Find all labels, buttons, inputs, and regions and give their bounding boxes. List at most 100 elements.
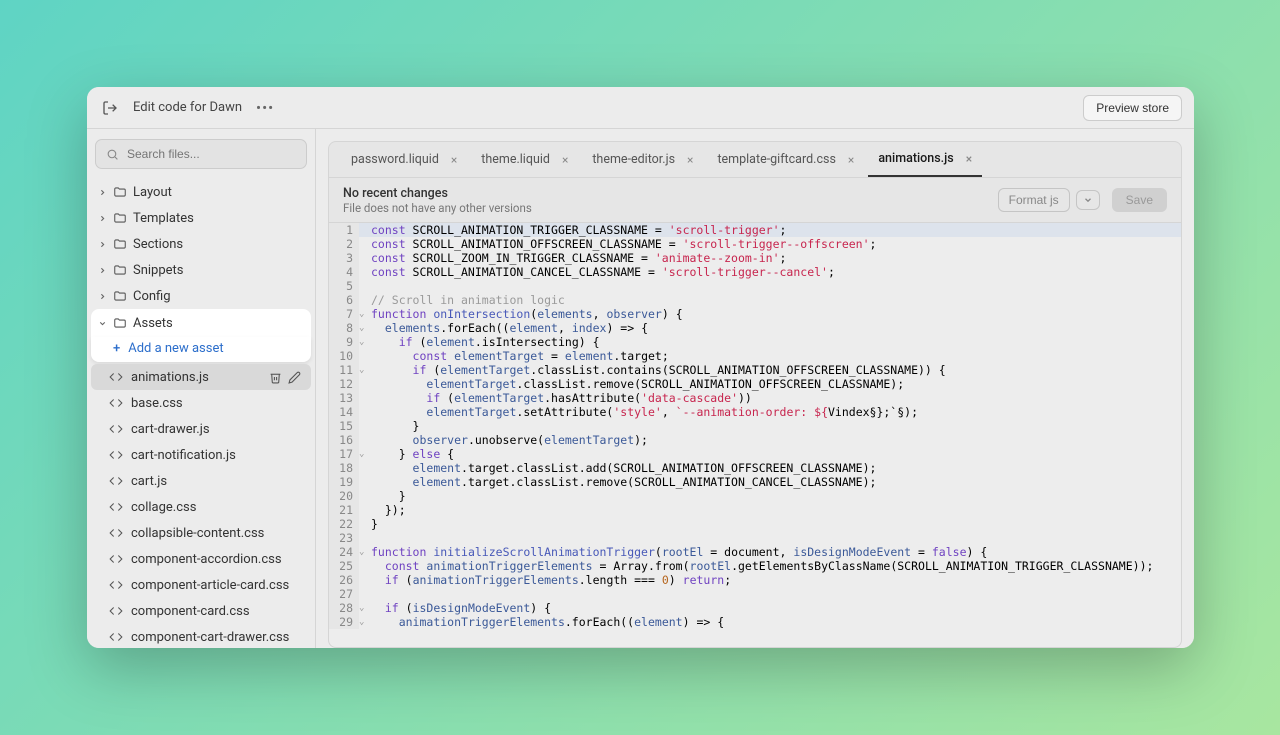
folder-label: Sections: [133, 237, 183, 252]
code-line[interactable]: 18 element.target.classList.add(SCROLL_A…: [329, 461, 1181, 475]
file-item[interactable]: cart-notification.js: [87, 442, 315, 468]
tab-password-liquid[interactable]: password.liquid×: [341, 142, 467, 177]
close-icon[interactable]: ×: [687, 153, 693, 167]
file-item[interactable]: cart.js: [87, 468, 315, 494]
code-line[interactable]: 12 elementTarget.classList.remove(SCROLL…: [329, 377, 1181, 391]
tab-theme-editor-js[interactable]: theme-editor.js×: [582, 142, 703, 177]
close-icon[interactable]: ×: [562, 153, 568, 167]
file-item[interactable]: collage.css: [87, 494, 315, 520]
file-item[interactable]: base.css: [87, 390, 315, 416]
preview-store-button[interactable]: Preview store: [1083, 95, 1182, 121]
folder-assets[interactable]: Assets: [91, 309, 311, 337]
folder-icon: [113, 316, 127, 330]
delete-icon[interactable]: [269, 371, 282, 384]
edit-icon[interactable]: [288, 371, 301, 384]
line-number: 4: [329, 265, 359, 279]
code-line[interactable]: 2const SCROLL_ANIMATION_OFFSCREEN_CLASSN…: [329, 237, 1181, 251]
format-button[interactable]: Format js: [998, 188, 1070, 212]
tab-animations-js[interactable]: animations.js ×: [868, 142, 982, 177]
code-file-icon: [109, 526, 123, 540]
fold-marker: [359, 461, 367, 475]
line-number: 10: [329, 349, 359, 363]
code-line[interactable]: 1const SCROLL_ANIMATION_TRIGGER_CLASSNAM…: [329, 223, 1181, 237]
chevron-right-icon: [97, 292, 107, 301]
tab-template-giftcard-css[interactable]: template-giftcard.css×: [707, 142, 864, 177]
folder-icon: [113, 237, 127, 251]
file-item[interactable]: component-article-card.css: [87, 572, 315, 598]
format-dropdown[interactable]: [1076, 190, 1100, 210]
close-icon[interactable]: ×: [966, 152, 972, 166]
line-number: 6: [329, 293, 359, 307]
code-line[interactable]: 10 const elementTarget = element.target;: [329, 349, 1181, 363]
code-line[interactable]: 28⌄ if (isDesignModeEvent) {: [329, 601, 1181, 615]
fold-marker: [359, 391, 367, 405]
code-line[interactable]: 4const SCROLL_ANIMATION_CANCEL_CLASSNAME…: [329, 265, 1181, 279]
file-item[interactable]: cart-drawer.js: [87, 416, 315, 442]
close-icon[interactable]: ×: [451, 153, 457, 167]
code-line[interactable]: 22}: [329, 517, 1181, 531]
code-line[interactable]: 23: [329, 531, 1181, 545]
line-number: 22: [329, 517, 359, 531]
folder-config[interactable]: Config: [87, 283, 315, 309]
status-subtitle: File does not have any other versions: [343, 201, 532, 215]
search-input-wrapper[interactable]: [95, 139, 307, 169]
file-item[interactable]: animations.js: [91, 364, 311, 390]
file-item[interactable]: component-card.css: [87, 598, 315, 624]
tab-theme-liquid[interactable]: theme.liquid×: [471, 142, 578, 177]
code-line[interactable]: 3const SCROLL_ZOOM_IN_TRIGGER_CLASSNAME …: [329, 251, 1181, 265]
code-file-icon: [109, 604, 123, 618]
file-tree: LayoutTemplates Sections SnippetsConfigAss…: [87, 179, 315, 648]
folder-layout[interactable]: Layout: [87, 179, 315, 205]
add-asset-button[interactable]: +Add a new asset: [91, 337, 311, 362]
code-line[interactable]: 5: [329, 279, 1181, 293]
folder-templates[interactable]: Templates: [87, 205, 315, 231]
file-item[interactable]: component-accordion.css: [87, 546, 315, 572]
code-line[interactable]: 8⌄ elements.forEach((element, index) => …: [329, 321, 1181, 335]
save-button[interactable]: Save: [1112, 188, 1167, 212]
line-number: 26: [329, 573, 359, 587]
code-line[interactable]: 16 observer.unobserve(elementTarget);: [329, 433, 1181, 447]
code-line[interactable]: 9⌄ if (element.isIntersecting) {: [329, 335, 1181, 349]
code-line[interactable]: 6// Scroll in animation logic: [329, 293, 1181, 307]
code-line[interactable]: 25 const animationTriggerElements = Arra…: [329, 559, 1181, 573]
file-item[interactable]: collapsible-content.css: [87, 520, 315, 546]
folder-snippets[interactable]: Snippets: [87, 257, 315, 283]
code-line[interactable]: 14 elementTarget.setAttribute('style', `…: [329, 405, 1181, 419]
code-line[interactable]: 24⌄function initializeScrollAnimationTri…: [329, 545, 1181, 559]
close-icon[interactable]: ×: [848, 153, 854, 167]
code-line[interactable]: 13 if (elementTarget.hasAttribute('data-…: [329, 391, 1181, 405]
code-text: const animationTriggerElements = Array.f…: [367, 559, 1153, 573]
code-line[interactable]: 20 }: [329, 489, 1181, 503]
chevron-right-icon: [97, 188, 107, 197]
code-text: [367, 587, 371, 601]
fold-marker: [359, 419, 367, 433]
code-file-icon: [109, 370, 123, 384]
code-file-icon: [109, 474, 123, 488]
code-line[interactable]: 7⌄function onIntersection(elements, obse…: [329, 307, 1181, 321]
code-text: }: [367, 517, 378, 531]
code-line[interactable]: 26 if (animationTriggerElements.length =…: [329, 573, 1181, 587]
code-line[interactable]: 19 element.target.classList.remove(SCROL…: [329, 475, 1181, 489]
fold-marker: [359, 489, 367, 503]
code-line[interactable]: 11⌄ if (elementTarget.classList.contains…: [329, 363, 1181, 377]
line-number: 1: [329, 223, 359, 237]
fold-marker: ⌄: [359, 545, 367, 559]
code-line[interactable]: 29⌄ animationTriggerElements.forEach((el…: [329, 615, 1181, 629]
code-line[interactable]: 15 }: [329, 419, 1181, 433]
tab-label: animations.js: [878, 151, 953, 166]
more-menu-button[interactable]: •••: [256, 99, 274, 117]
file-item[interactable]: component-cart-drawer.css: [87, 624, 315, 648]
exit-button[interactable]: [99, 97, 121, 119]
code-line[interactable]: 17⌄ } else {: [329, 447, 1181, 461]
code-text: elementTarget.classList.remove(SCROLL_AN…: [367, 377, 904, 391]
status-title: No recent changes: [343, 186, 532, 201]
editor-window: Edit code for Dawn ••• Preview store Lay…: [87, 87, 1194, 648]
fold-marker: ⌄: [359, 321, 367, 335]
code-editor[interactable]: 1const SCROLL_ANIMATION_TRIGGER_CLASSNAM…: [328, 223, 1182, 648]
code-line[interactable]: 27: [329, 587, 1181, 601]
code-text: function initializeScrollAnimationTrigge…: [367, 545, 987, 559]
search-input[interactable]: [127, 147, 296, 161]
code-text: observer.unobserve(elementTarget);: [367, 433, 648, 447]
code-line[interactable]: 21 });: [329, 503, 1181, 517]
folder-sections[interactable]: Sections: [87, 231, 315, 257]
